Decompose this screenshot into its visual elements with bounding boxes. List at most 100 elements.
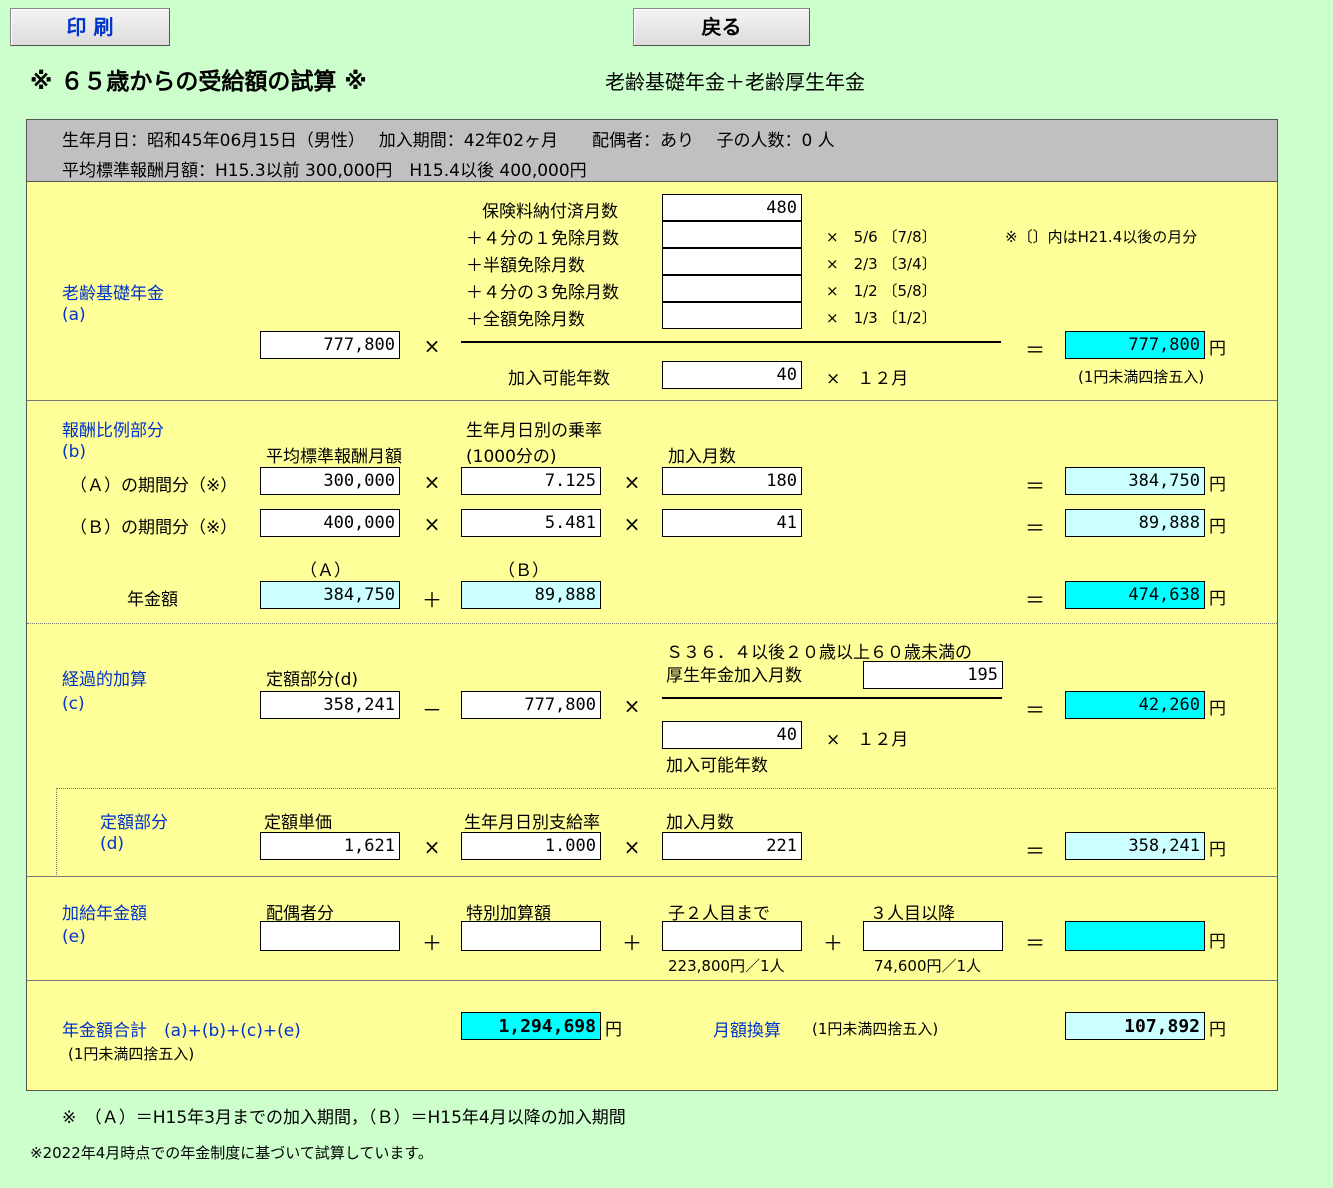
fixed-result: 358,241 xyxy=(1065,832,1205,860)
equals-sign: ＝ xyxy=(1025,839,1045,863)
equals-sign: ＝ xyxy=(1025,931,1045,955)
times-sign: × xyxy=(423,334,441,358)
earnings-sub: (b) xyxy=(62,442,87,462)
half-exempt-field[interactable] xyxy=(662,248,802,275)
basic-rounding: (1円未満四捨五入) xyxy=(1078,368,1205,386)
transition-months-field: 195 xyxy=(863,661,1003,689)
yen-unit: 円 xyxy=(1209,840,1226,860)
basic-sub: (a) xyxy=(62,305,86,325)
fixed-sub: (d) xyxy=(100,834,125,854)
basic-result: 777,800 xyxy=(1065,331,1205,359)
plus-sign: ＋ xyxy=(422,588,442,612)
unit-price-label: 定額単価 xyxy=(264,813,332,833)
months-label-half: ＋半額免除月数 xyxy=(466,256,585,276)
sum-b-field: 89,888 xyxy=(461,581,601,609)
divider xyxy=(27,876,1277,877)
paid-months-field[interactable]: 480 xyxy=(662,194,802,221)
plus-sign: ＋ xyxy=(622,931,642,955)
unit-price-field: 1,621 xyxy=(260,832,400,860)
ratio-quarter: × 5/6 〔7/8〕 xyxy=(826,228,937,246)
tag-a: （Ａ） xyxy=(300,561,351,581)
back-button[interactable]: 戻る xyxy=(633,8,810,46)
fixed-months-label: 加入月数 xyxy=(666,813,734,833)
total-label: 年金額合計 (a)+(b)+(c)+(e) xyxy=(62,1021,301,1041)
times-sign: × xyxy=(423,512,441,536)
transition-months-label-2: 厚生年金加入月数 xyxy=(666,666,802,686)
row-b-salary: 400,000 xyxy=(260,509,400,537)
months-label-full: ＋全額免除月数 xyxy=(466,310,585,330)
child2-field xyxy=(662,921,802,951)
child3-field xyxy=(863,921,1003,951)
print-button[interactable]: 印 刷 xyxy=(10,8,170,46)
total-value: 1,294,698 xyxy=(461,1012,601,1040)
transition-base-field: 777,800 xyxy=(461,691,601,719)
fraction-line xyxy=(461,341,1001,343)
payment-rate-label: 生年月日別支給率 xyxy=(464,813,600,833)
earnings-label: 報酬比例部分 xyxy=(62,421,164,441)
yen-unit: 円 xyxy=(605,1020,622,1040)
yen-unit: 円 xyxy=(1209,1020,1226,1040)
times-sign: × xyxy=(623,694,641,718)
row-b-label: （Ｂ）の期間分（※） xyxy=(70,518,238,538)
child3-note: 74,600円／1人 xyxy=(874,957,982,975)
sum-a-field: 384,750 xyxy=(260,581,400,609)
earnings-total-label: 年金額 xyxy=(127,590,178,610)
addition-label: 加給年金額 xyxy=(62,904,147,924)
yen-unit: 円 xyxy=(1209,932,1226,952)
special-field xyxy=(461,921,601,951)
full-exempt-field[interactable] xyxy=(662,302,802,329)
footnote-period: ※ （Ａ）＝H15年3月までの加入期間，（Ｂ）＝H15年4月以降の加入期間 xyxy=(62,1108,626,1128)
col-avg-salary: 平均標準報酬月額 xyxy=(266,447,402,467)
col-rate-unit: (1000分の) xyxy=(466,447,557,467)
possible-years-field: 40 xyxy=(662,361,802,389)
equals-sign: ＝ xyxy=(1025,474,1045,498)
page-subtitle: 老齢基礎年金＋老齢厚生年金 xyxy=(605,70,865,94)
plus-sign: ＋ xyxy=(823,931,843,955)
transition-months-label-1: Ｓ３６．４以後２０歳以上６０歳未満の xyxy=(666,643,972,663)
spouse-field xyxy=(260,921,400,951)
equals-sign: ＝ xyxy=(1025,698,1045,722)
yen-unit: 円 xyxy=(1209,589,1226,609)
total-rounding: (1円未満四捨五入) xyxy=(68,1045,195,1063)
fixed-label: 定額部分 xyxy=(100,813,168,833)
monthly-label: 月額換算 xyxy=(713,1021,781,1041)
fixed-part-label: 定額部分(d) xyxy=(266,670,359,690)
fraction-line xyxy=(662,697,1002,699)
basic-label: 老齢基礎年金 xyxy=(62,284,164,304)
basic-base-field: 777,800 xyxy=(260,331,400,359)
yen-unit: 円 xyxy=(1209,339,1226,359)
row-b-months: 41 xyxy=(662,509,802,537)
row-a-salary: 300,000 xyxy=(260,467,400,495)
child2-note: 223,800円／1人 xyxy=(668,957,785,975)
col-months: 加入月数 xyxy=(668,447,736,467)
months-label-quarter: ＋４分の１免除月数 xyxy=(466,229,619,249)
page-title: ※ ６５歳からの受給額の試算 ※ xyxy=(30,69,367,95)
addition-sub: (e) xyxy=(62,927,86,947)
months-label-paid: 保険料納付済月数 xyxy=(482,202,618,222)
ratio-half: × 2/3 〔3/4〕 xyxy=(826,255,937,273)
header-line-2: 平均標準報酬月額：H15.3以前 300,000円 H15.4以後 400,00… xyxy=(62,161,587,181)
earnings-total-result: 474,638 xyxy=(1065,581,1205,609)
times-sign: × xyxy=(623,835,641,859)
equals-sign: ＝ xyxy=(1025,338,1045,362)
payment-rate-field: 1.000 xyxy=(461,832,601,860)
possible-years-label: 加入可能年数 xyxy=(508,369,610,389)
three-quarter-exempt-field[interactable] xyxy=(662,275,802,302)
transition-sub: (c) xyxy=(62,694,85,714)
months-12: × １２月 xyxy=(826,730,909,750)
quarter-exempt-field[interactable] xyxy=(662,221,802,248)
yen-unit: 円 xyxy=(1209,699,1226,719)
yen-unit: 円 xyxy=(1209,475,1226,495)
tag-b: （Ｂ） xyxy=(498,561,549,581)
equals-sign: ＝ xyxy=(1025,516,1045,540)
ratio-full: × 1/3 〔1/2〕 xyxy=(826,309,937,327)
row-b-result: 89,888 xyxy=(1065,509,1205,537)
times-sign: × xyxy=(423,470,441,494)
transition-label: 経過的加算 xyxy=(62,670,147,690)
times-sign: × xyxy=(423,835,441,859)
transition-fixed-field: 358,241 xyxy=(260,691,400,719)
monthly-value: 107,892 xyxy=(1065,1012,1205,1040)
divider xyxy=(27,980,1277,981)
yen-unit: 円 xyxy=(1209,517,1226,537)
transition-result: 42,260 xyxy=(1065,691,1205,719)
